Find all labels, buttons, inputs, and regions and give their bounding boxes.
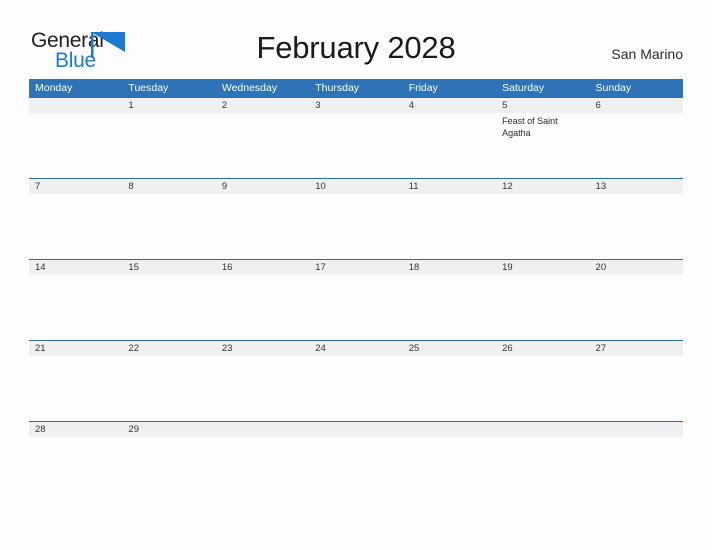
day-number[interactable]: 14 [29,260,122,275]
day-cell[interactable] [122,113,215,178]
day-cell[interactable] [496,437,589,502]
weekday-header-friday: Friday [408,82,438,94]
day-number[interactable]: 25 [403,341,496,356]
week-event-band [29,275,683,340]
day-number[interactable]: 17 [309,260,402,275]
page-title: February 2028 [256,30,456,65]
day-number[interactable]: 8 [122,179,215,194]
day-number[interactable]: 15 [122,260,215,275]
week-row: 21 22 23 24 25 26 27 [29,340,683,421]
day-cell[interactable] [496,356,589,421]
day-cell[interactable] [590,356,683,421]
day-cell[interactable] [403,437,496,502]
week-row: 7 8 9 10 11 12 13 [29,178,683,259]
event-label: Feast of Saint Agatha [502,116,558,138]
week-daynumber-band: 1 2 3 4 5 6 [29,98,683,113]
week-daynumber-band: 7 8 9 10 11 12 13 [29,179,683,194]
day-number[interactable]: 10 [309,179,402,194]
day-number[interactable]: 26 [496,341,589,356]
day-cell[interactable] [122,437,215,502]
day-number[interactable] [590,422,683,437]
day-number[interactable] [216,422,309,437]
day-number[interactable]: 20 [590,260,683,275]
week-daynumber-band: 14 15 16 17 18 19 20 [29,260,683,275]
day-cell[interactable] [216,275,309,340]
day-number[interactable] [496,422,589,437]
day-number[interactable]: 6 [590,98,683,113]
calendar-page: General Blue February 2028 San Marino Mo… [0,0,712,550]
day-cell[interactable] [29,194,122,259]
day-cell[interactable] [403,113,496,178]
day-number[interactable]: 4 [403,98,496,113]
day-cell[interactable] [590,437,683,502]
page-header: General Blue February 2028 San Marino [0,0,712,76]
day-cell[interactable] [496,275,589,340]
day-cell[interactable] [309,113,402,178]
week-daynumber-band: 21 22 23 24 25 26 27 [29,341,683,356]
day-cell[interactable]: Feast of Saint Agatha [496,113,589,178]
day-cell[interactable] [309,275,402,340]
day-number[interactable]: 18 [403,260,496,275]
day-number[interactable]: 1 [122,98,215,113]
week-event-band [29,356,683,421]
day-number[interactable]: 29 [122,422,215,437]
day-cell[interactable] [216,113,309,178]
day-number[interactable]: 3 [309,98,402,113]
week-row: 14 15 16 17 18 19 20 [29,259,683,340]
day-cell[interactable] [403,194,496,259]
day-cell[interactable] [122,356,215,421]
day-cell[interactable] [29,113,122,178]
day-number[interactable]: 7 [29,179,122,194]
day-number[interactable]: 11 [403,179,496,194]
day-cell[interactable] [216,194,309,259]
day-number[interactable] [29,98,122,113]
weekday-header-wednesday: Wednesday [221,82,278,94]
day-number[interactable]: 13 [590,179,683,194]
day-number[interactable]: 12 [496,179,589,194]
week-event-band [29,194,683,259]
day-cell[interactable] [29,275,122,340]
day-number[interactable] [403,422,496,437]
weekday-header-sunday: Sunday [595,82,632,94]
week-event-band [29,437,683,502]
day-number[interactable]: 21 [29,341,122,356]
day-cell[interactable] [590,194,683,259]
day-cell[interactable] [29,437,122,502]
day-cell[interactable] [29,356,122,421]
locale-label: San Marino [611,46,683,62]
day-cell[interactable] [216,437,309,502]
day-cell[interactable] [309,437,402,502]
day-cell[interactable] [309,356,402,421]
day-number[interactable]: 19 [496,260,589,275]
day-number[interactable]: 16 [216,260,309,275]
weekday-header-thursday: Thursday [315,82,360,94]
day-cell[interactable] [496,194,589,259]
day-number[interactable]: 23 [216,341,309,356]
weekday-header-saturday: Saturday [502,82,545,94]
day-number[interactable]: 28 [29,422,122,437]
weekday-header-monday: Monday [35,82,73,94]
weekday-header-tuesday: Tuesday [128,82,169,94]
week-row: 1 2 3 4 5 6 Feast of Saint Agatha [29,97,683,178]
day-cell[interactable] [309,194,402,259]
day-cell[interactable] [403,356,496,421]
week-row: 28 29 [29,421,683,502]
day-number[interactable]: 9 [216,179,309,194]
day-number[interactable]: 5 [496,98,589,113]
day-number[interactable]: 24 [309,341,402,356]
day-cell[interactable] [122,194,215,259]
day-number[interactable]: 22 [122,341,215,356]
day-cell[interactable] [590,275,683,340]
day-cell[interactable] [122,275,215,340]
day-cell[interactable] [403,275,496,340]
day-number[interactable]: 2 [216,98,309,113]
day-number[interactable] [309,422,402,437]
day-cell[interactable] [216,356,309,421]
day-cell[interactable] [590,113,683,178]
week-daynumber-band: 28 29 [29,422,683,437]
weekday-header-row: Monday Tuesday Wednesday Thursday Friday… [29,79,683,97]
calendar-grid: Monday Tuesday Wednesday Thursday Friday… [29,79,683,502]
day-number[interactable]: 27 [590,341,683,356]
week-event-band: Feast of Saint Agatha [29,113,683,178]
